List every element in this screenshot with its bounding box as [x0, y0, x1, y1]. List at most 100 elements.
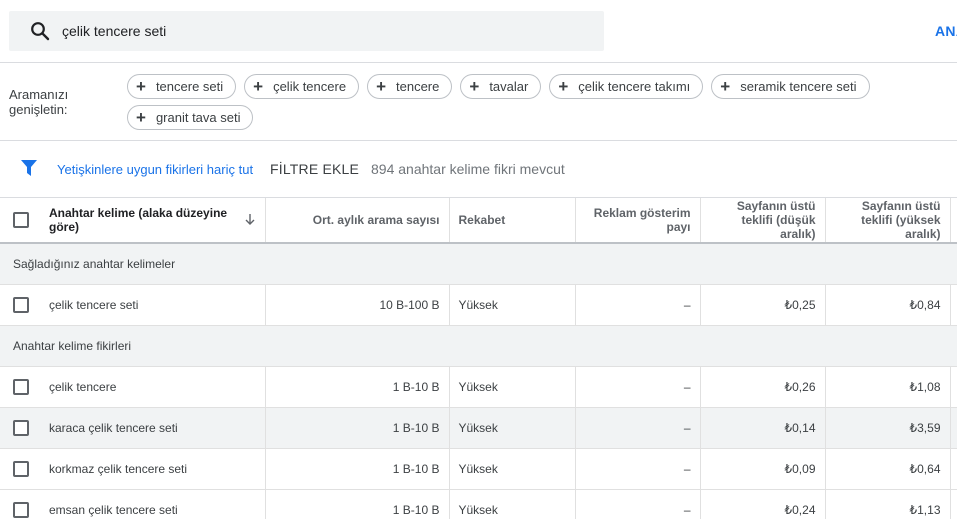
top-bid-high-cell: ₺1,08 — [825, 366, 951, 408]
keyword-cell: çelik tencere — [44, 366, 266, 408]
impression-share-cell: – — [575, 448, 701, 490]
arrow-down-icon — [244, 213, 256, 228]
plus-icon: + — [136, 108, 146, 127]
row-checkbox[interactable] — [13, 501, 29, 518]
search-row: çelik tencere seti ANALİZ — [0, 0, 957, 63]
extra-cell — [950, 407, 957, 449]
chip-label: tencere seti — [155, 79, 224, 94]
keyword-cell: çelik tencere seti — [44, 284, 266, 326]
search-query: çelik tencere seti — [62, 23, 167, 39]
row-checkbox[interactable] — [13, 460, 29, 477]
chip-label: tavalar — [489, 79, 529, 94]
top-bid-low-cell: ₺0,25 — [700, 284, 826, 326]
top-bid-low-cell: ₺0,14 — [700, 407, 826, 449]
extra-cell — [950, 489, 957, 519]
table-header-row: Anahtar kelime (alaka düzeyine göre) Ort… — [0, 198, 957, 244]
top-bid-high-cell: ₺0,64 — [825, 448, 951, 490]
broaden-chip[interactable]: + çelik tencere — [244, 74, 360, 99]
column-header-competition[interactable]: Rekabet — [449, 198, 576, 244]
chip-label: tencere — [396, 79, 440, 94]
extra-cell — [950, 366, 957, 408]
column-header-top-bid-low[interactable]: Sayfanın üstü teklifi (düşük aralık) — [700, 198, 826, 244]
select-all-cell — [0, 198, 44, 244]
active-filter[interactable]: Yetişkinlere uygun fikirleri hariç tut — [57, 162, 253, 177]
group-label: Anahtar kelime fikirleri — [0, 325, 957, 367]
keyword-cell: korkmaz çelik tencere seti — [44, 448, 266, 490]
chip-label: granit tava seti — [155, 110, 241, 125]
impression-share-cell: – — [575, 284, 701, 326]
row-checkbox[interactable] — [13, 296, 29, 313]
competition-cell: Yüksek — [449, 489, 576, 519]
top-bid-low-cell: ₺0,24 — [700, 489, 826, 519]
select-all-checkbox[interactable] — [13, 212, 29, 228]
broaden-chip[interactable]: + tencere — [367, 74, 453, 99]
broaden-chips: + tencere seti + çelik tencere + tencere + t… — [127, 74, 887, 130]
avg-searches-cell: 1 B-10 B — [265, 448, 450, 490]
chip-label: seramik tencere seti — [740, 79, 857, 94]
broaden-chip[interactable]: + granit tava seti — [127, 105, 254, 130]
row-checkbox[interactable] — [13, 419, 29, 436]
filter-row: Yetişkinlere uygun fikirleri hariç tut F… — [0, 141, 957, 198]
impression-share-cell: – — [575, 407, 701, 449]
plus-icon: + — [558, 77, 569, 96]
plus-icon: + — [376, 77, 386, 96]
table-row[interactable]: emsan çelik tencere seti 1 B-10 B Yüksek… — [0, 489, 957, 519]
competition-cell: Yüksek — [449, 448, 576, 490]
column-header-extra — [950, 198, 957, 244]
competition-cell: Yüksek — [449, 407, 576, 449]
row-checkbox-cell — [0, 407, 44, 449]
plus-icon: + — [253, 77, 264, 96]
column-header-label: Anahtar kelime (alaka düzeyine göre) — [49, 206, 228, 234]
add-filter-button[interactable]: FİLTRE EKLE — [270, 161, 359, 177]
avg-searches-cell: 1 B-10 B — [265, 407, 450, 449]
column-header-avg-searches[interactable]: Ort. aylık arama sayısı — [265, 198, 450, 244]
broaden-chip[interactable]: + seramik tencere seti — [711, 74, 870, 99]
row-checkbox-cell — [0, 489, 44, 519]
search-input[interactable]: çelik tencere seti — [9, 11, 604, 51]
group-label: Sağladığınız anahtar kelimeler — [0, 243, 957, 285]
keyword-table: Anahtar kelime (alaka düzeyine göre) Ort… — [0, 198, 957, 519]
table-row[interactable]: korkmaz çelik tencere seti 1 B-10 B Yüks… — [0, 448, 957, 490]
table-row[interactable]: çelik tencere 1 B-10 B Yüksek – ₺0,26 ₺1… — [0, 366, 957, 408]
top-bid-high-cell: ₺0,84 — [825, 284, 951, 326]
broaden-search-section: Aramanızı genişletin: + tencere seti + çel… — [0, 63, 957, 141]
column-header-top-bid-high[interactable]: Sayfanın üstü teklifi (yüksek aralık) — [825, 198, 951, 244]
table-row[interactable]: karaca çelik tencere seti 1 B-10 B Yükse… — [0, 407, 957, 449]
plus-icon: + — [469, 77, 480, 96]
top-bid-high-cell: ₺3,59 — [825, 407, 951, 449]
broaden-chip[interactable]: + tencere seti — [127, 74, 237, 99]
search-icon — [30, 21, 50, 41]
broaden-label: Aramanızı genişletin: — [9, 87, 69, 117]
broaden-chip[interactable]: + tavalar — [460, 74, 542, 99]
avg-searches-cell: 10 B-100 B — [265, 284, 450, 326]
competition-cell: Yüksek — [449, 366, 576, 408]
row-checkbox-cell — [0, 366, 44, 408]
top-bid-low-cell: ₺0,09 — [700, 448, 826, 490]
top-bid-high-cell: ₺1,13 — [825, 489, 951, 519]
keyword-cell: karaca çelik tencere seti — [44, 407, 266, 449]
row-checkbox-cell — [0, 284, 44, 326]
analyze-link[interactable]: ANALİZ — [935, 23, 957, 39]
plus-icon: + — [720, 77, 731, 96]
keyword-cell: emsan çelik tencere seti — [44, 489, 266, 519]
keyword-planner-page: çelik tencere seti ANALİZ Aramanızı geni… — [0, 0, 957, 519]
row-checkbox[interactable] — [13, 378, 29, 395]
avg-searches-cell: 1 B-10 B — [265, 366, 450, 408]
impression-share-cell: – — [575, 489, 701, 519]
plus-icon: + — [136, 77, 146, 96]
row-checkbox-cell — [0, 448, 44, 490]
chip-label: çelik tencere — [273, 79, 347, 94]
group-row-ideas: Anahtar kelime fikirleri — [0, 325, 957, 367]
group-row-provided: Sağladığınız anahtar kelimeler — [0, 243, 957, 285]
extra-cell — [950, 284, 957, 326]
top-bid-low-cell: ₺0,26 — [700, 366, 826, 408]
table-row[interactable]: çelik tencere seti 10 B-100 B Yüksek – ₺… — [0, 284, 957, 326]
extra-cell — [950, 448, 957, 490]
avg-searches-cell: 1 B-10 B — [265, 489, 450, 519]
column-header-impression-share[interactable]: Reklam gösterim payı — [575, 198, 701, 244]
column-header-keyword[interactable]: Anahtar kelime (alaka düzeyine göre) — [44, 198, 266, 244]
filter-icon[interactable] — [21, 160, 37, 182]
impression-share-cell: – — [575, 366, 701, 408]
broaden-chip[interactable]: + çelik tencere takımı — [549, 74, 704, 99]
idea-count: 894 anahtar kelime fikri mevcut — [371, 161, 565, 177]
